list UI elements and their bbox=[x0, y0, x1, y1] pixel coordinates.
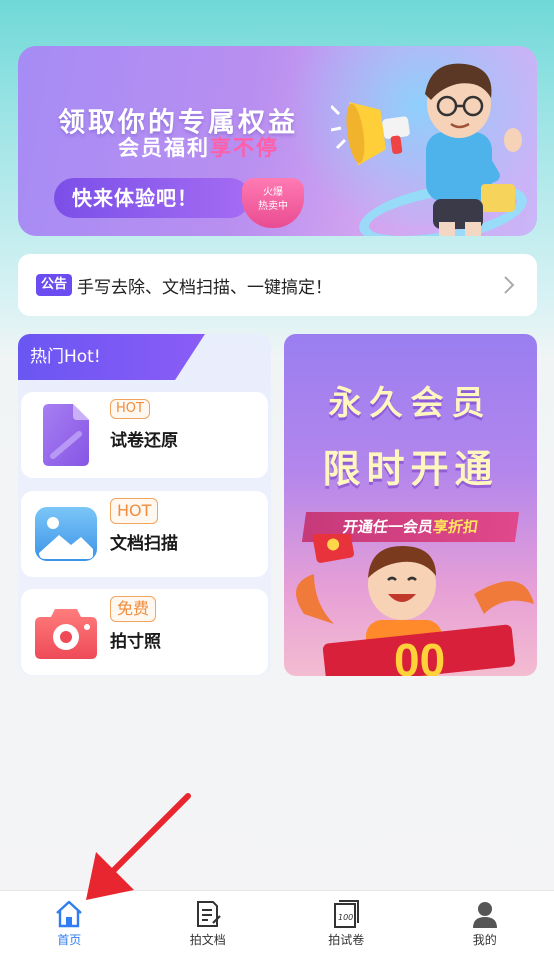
banner-subtitle: 会员福利享不停 bbox=[118, 132, 279, 162]
hot-item-paper-restore[interactable]: HOT 试卷还原 bbox=[21, 392, 268, 478]
banner-cta-button[interactable]: 快来体验吧！ bbox=[54, 178, 250, 218]
tab-label: 我的 bbox=[472, 933, 497, 947]
document-icon bbox=[43, 404, 89, 466]
exam-paper-icon: 100 bbox=[334, 900, 360, 928]
banner-subtitle-main: 会员福利 bbox=[118, 136, 210, 160]
hot-tag-line1: 火爆 bbox=[263, 187, 283, 198]
chevron-right-icon bbox=[504, 276, 515, 294]
hot-item-label: 拍寸照 bbox=[110, 632, 161, 652]
hot-item-label: 试卷还原 bbox=[110, 431, 178, 451]
hot-panel-header: 热门Hot! bbox=[18, 334, 205, 380]
member-promo-banner[interactable]: 永久会员 限时开通 开通任一会员享折扣 00 bbox=[284, 334, 537, 676]
banner-hot-tag: 火爆 热卖中 bbox=[242, 178, 304, 228]
notice-badge: 公告 bbox=[36, 274, 73, 296]
tab-scan-exam[interactable]: 100 拍试卷 bbox=[277, 891, 416, 953]
notice-text: 手写去除、文档扫描、一键搞定！ bbox=[77, 277, 333, 298]
member-line2: 限时开通 bbox=[322, 447, 499, 491]
image-icon bbox=[35, 507, 97, 561]
home-icon bbox=[56, 900, 83, 928]
hot-panel: 热门Hot! HOT 试卷还原 HOT 文档扫描 免费 拍寸照 bbox=[18, 334, 271, 676]
hot-item-doc-scan[interactable]: HOT 文档扫描 bbox=[21, 491, 268, 577]
camera-icon bbox=[35, 609, 97, 659]
tab-label: 拍文档 bbox=[189, 933, 226, 947]
banner-subtitle-accent: 享不停 bbox=[210, 136, 279, 160]
red-pointer-arrow bbox=[86, 793, 191, 900]
tab-profile[interactable]: 我的 bbox=[416, 891, 554, 953]
member-boy-illustration: 00 bbox=[296, 534, 534, 676]
notice-bar[interactable]: 公告 手写去除、文档扫描、一键搞定！ bbox=[18, 254, 537, 316]
document-scan-icon bbox=[196, 901, 221, 927]
hot-tag: HOT bbox=[110, 399, 150, 419]
member-line1: 永久会员 bbox=[328, 383, 493, 422]
hot-item-id-photo[interactable]: 免费 拍寸照 bbox=[21, 589, 268, 675]
hot-tag-line2: 热卖中 bbox=[258, 201, 288, 212]
svg-text:100: 100 bbox=[338, 913, 353, 922]
tab-label: 首页 bbox=[57, 933, 82, 947]
svg-text:00: 00 bbox=[394, 634, 445, 676]
free-tag: 免费 bbox=[110, 596, 157, 622]
tab-label: 拍试卷 bbox=[328, 933, 365, 947]
promo-banner[interactable]: 领取你的专属权益 会员福利享不停 快来体验吧！ 火爆 热卖中 bbox=[18, 46, 537, 236]
hot-item-label: 文档扫描 bbox=[110, 534, 178, 554]
profile-icon bbox=[472, 902, 497, 928]
hot-tag: HOT bbox=[110, 498, 159, 524]
megaphone-boy-illustration bbox=[331, 63, 522, 236]
